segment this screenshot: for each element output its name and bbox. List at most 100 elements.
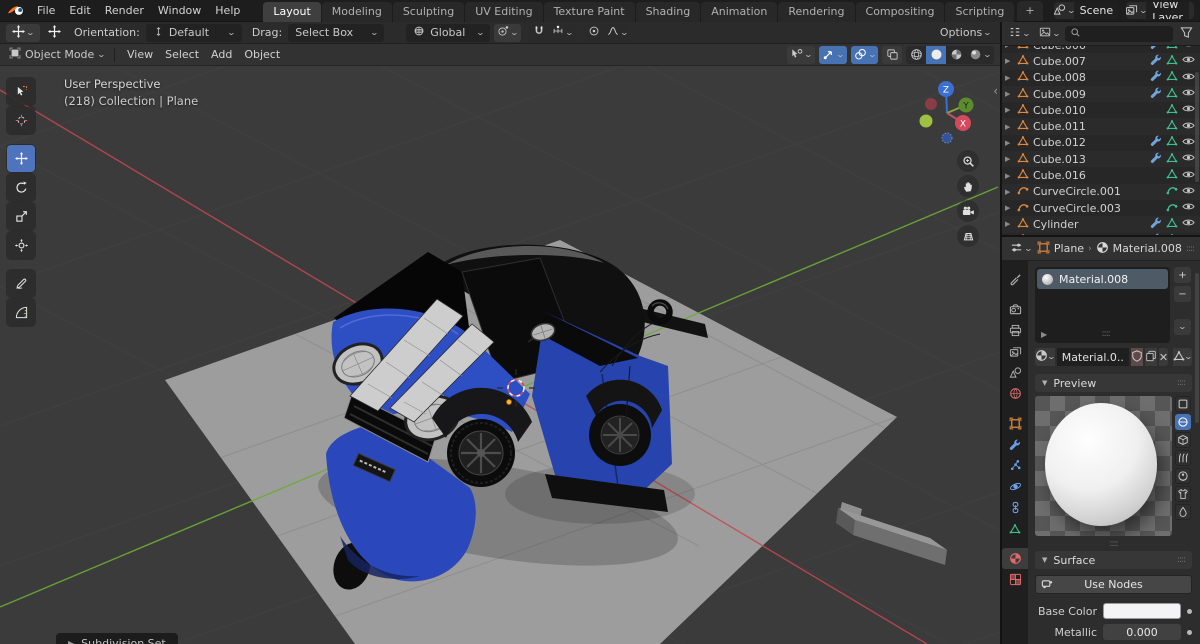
outliner-item-Cube.006[interactable]: ▶Cube.006 — [1002, 46, 1200, 53]
outliner-display-mode-dropdown[interactable]: ⌄ — [1006, 25, 1033, 43]
preview-type-fluid-button[interactable] — [1175, 504, 1191, 520]
outliner-filter-icon[interactable] — [1176, 25, 1196, 43]
object-data-icon[interactable] — [1166, 119, 1178, 134]
camera-view-button[interactable] — [957, 200, 979, 222]
transform-orientation-dropdown[interactable]: Global⌄ — [406, 24, 490, 42]
modifier-wrench-icon[interactable] — [1150, 233, 1162, 235]
active-tool-dropdown[interactable]: ⌄ — [6, 24, 40, 42]
tool-annotate-button[interactable] — [7, 270, 35, 297]
expand-arrow-icon[interactable]: ▶ — [1005, 90, 1013, 98]
modifier-wrench-icon[interactable] — [1150, 135, 1162, 150]
eye-icon[interactable] — [1182, 233, 1195, 235]
expand-arrow-icon[interactable]: ▶ — [1005, 204, 1013, 212]
viewport-menu-select[interactable]: Select — [159, 46, 205, 63]
expand-arrow-icon[interactable]: ▶ — [1005, 188, 1013, 196]
show-gizmos-icon[interactable]: ⌄ — [819, 46, 847, 64]
modifier-wrench-icon[interactable] — [1150, 54, 1162, 69]
object-data-icon[interactable] — [1166, 217, 1178, 232]
orientation-dropdown[interactable]: Default⌄ — [146, 24, 242, 42]
expand-arrow-icon[interactable]: ▶ — [1005, 220, 1013, 228]
object-data-icon[interactable] — [1166, 54, 1178, 69]
copy-view-layer-icon[interactable] — [1189, 2, 1194, 19]
tool-cursor-button[interactable] — [7, 107, 35, 134]
outliner-item-Cylinder[interactable]: ▶Cylinder — [1002, 216, 1200, 232]
object-data-icon[interactable] — [1166, 233, 1178, 235]
eye-icon[interactable] — [1182, 200, 1195, 216]
object-visibility-icon[interactable]: ⌄ — [787, 46, 815, 64]
expand-arrow-icon[interactable]: ▶ — [1005, 46, 1013, 49]
show-overlays-icon[interactable]: ⌄ — [851, 46, 879, 64]
add-slot-button[interactable]: + — [1174, 267, 1191, 283]
pivot-point-dropdown[interactable]: ⌄ — [494, 24, 521, 42]
drag-dropdown[interactable]: Select Box⌄ — [288, 24, 384, 42]
workspace-tab-texture-paint[interactable]: Texture Paint — [544, 2, 635, 22]
menu-file[interactable]: File — [30, 2, 62, 19]
breadcrumb-material[interactable]: Material.008 — [1113, 242, 1182, 255]
eye-icon[interactable] — [1182, 53, 1195, 69]
expand-arrow-icon[interactable]: ▶ — [1005, 172, 1013, 180]
outliner-search-input[interactable] — [1085, 27, 1168, 40]
zoom-button[interactable] — [957, 150, 979, 172]
animate-dot[interactable] — [1187, 630, 1192, 635]
properties-tab-view-layer[interactable] — [1002, 341, 1028, 362]
preview-type-sphere-button[interactable] — [1175, 414, 1191, 430]
eye-icon[interactable] — [1182, 46, 1195, 53]
outliner-item-Cube.011[interactable]: ▶Cube.011 — [1002, 118, 1200, 134]
menu-edit[interactable]: Edit — [62, 2, 97, 19]
object-data-icon[interactable] — [1166, 87, 1178, 102]
workspace-tab-compositing[interactable]: Compositing — [856, 2, 945, 22]
proportional-editing-toggle[interactable] — [584, 24, 604, 42]
preview-type-cloth-button[interactable] — [1175, 486, 1191, 502]
object-data-icon[interactable] — [1166, 46, 1178, 53]
gizmo-neg-y-axis[interactable] — [920, 115, 933, 128]
outliner-item-CurveCircle.003[interactable]: ▶CurveCircle.003 — [1002, 200, 1200, 216]
preview-section-header[interactable]: ▼ Preview :::: — [1035, 374, 1192, 392]
menu-help[interactable]: Help — [208, 2, 247, 19]
object-data-icon[interactable] — [1166, 103, 1178, 118]
remove-slot-button[interactable]: − — [1174, 286, 1191, 302]
properties-tab-output[interactable] — [1002, 320, 1028, 341]
properties-tab-material[interactable] — [1002, 548, 1028, 569]
expand-arrow-icon[interactable]: ▶ — [1005, 139, 1013, 147]
outliner-item-CurveCircle.001[interactable]: ▶CurveCircle.001 — [1002, 184, 1200, 200]
gizmo-neg-x-axis[interactable] — [925, 98, 937, 110]
shading-wireframe-icon[interactable] — [906, 46, 926, 64]
object-data-icon[interactable] — [1166, 152, 1178, 167]
options-dropdown[interactable]: Options⌄ — [937, 24, 994, 42]
object-data-icon[interactable] — [1166, 135, 1178, 150]
properties-tab-physics[interactable] — [1002, 476, 1028, 497]
gizmo-neg-z-axis[interactable] — [942, 133, 952, 143]
outliner-item-Cube.008[interactable]: ▶Cube.008 — [1002, 70, 1200, 86]
navigation-gizmo[interactable]: Z Y X — [918, 72, 976, 146]
bar-object[interactable] — [836, 502, 947, 565]
mode-dropdown[interactable]: Object Mode⌄ — [6, 46, 108, 64]
expand-arrow-icon[interactable]: ▶ — [1005, 106, 1013, 114]
properties-tab-world[interactable] — [1002, 383, 1028, 404]
properties-scrollbar[interactable] — [1195, 273, 1199, 423]
3d-viewport[interactable]: User Perspective (218) Collection | Plan… — [0, 66, 1000, 644]
properties-tab-texture[interactable] — [1002, 569, 1028, 590]
eye-icon[interactable] — [1182, 135, 1195, 151]
viewport-menu-object[interactable]: Object — [238, 46, 286, 63]
unlink-material-icon[interactable]: ✕ — [1159, 348, 1168, 366]
slot-specials-dropdown[interactable]: ⌄ — [1174, 319, 1191, 335]
properties-tab-particles[interactable] — [1002, 455, 1028, 476]
modifier-wrench-icon[interactable] — [1150, 217, 1162, 232]
expand-arrow-icon[interactable]: ▶ — [1005, 155, 1013, 163]
move-gizmo-icon[interactable] — [44, 24, 64, 42]
object-data-icon[interactable] — [1166, 201, 1178, 216]
object-data-icon[interactable] — [1166, 70, 1178, 85]
preview-type-shaderball-button[interactable] — [1175, 468, 1191, 484]
3d-viewport-scene[interactable] — [0, 66, 1000, 644]
add-workspace-button[interactable]: + — [1017, 1, 1042, 21]
tool-scale-button[interactable] — [7, 203, 35, 230]
metallic-slider[interactable]: 0.000 — [1103, 624, 1181, 640]
eye-icon[interactable] — [1182, 70, 1195, 86]
eye-icon[interactable] — [1182, 86, 1195, 102]
outliner-filter-dropdown[interactable]: ⌄ — [1036, 25, 1063, 43]
fake-user-shield-icon[interactable] — [1131, 348, 1143, 366]
tool-measure-button[interactable] — [7, 299, 35, 326]
workspace-tab-sculpting[interactable]: Sculpting — [393, 2, 464, 22]
view-layer-icon[interactable]: ⌄ — [1126, 2, 1146, 19]
outliner-item-partial[interactable]: ▶ — [1002, 233, 1200, 235]
